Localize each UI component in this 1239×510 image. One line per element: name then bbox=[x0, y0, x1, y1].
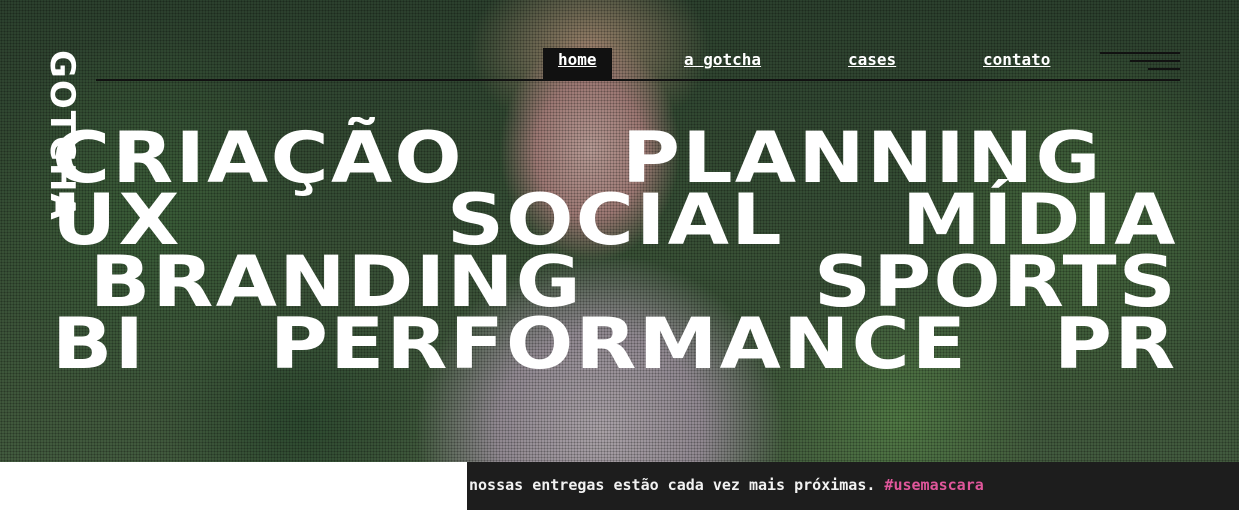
menu-line bbox=[1130, 60, 1180, 62]
nav-item-contato[interactable]: contato bbox=[983, 48, 1050, 80]
ticker-content: nossas entregas estão cada vez mais próx… bbox=[469, 476, 984, 494]
hero-section: GOTCHA home a gotcha cases contato CRIAÇ… bbox=[0, 0, 1239, 462]
service-word-bi: BI bbox=[52, 303, 147, 385]
service-word-performance: PERFORMANCE bbox=[270, 303, 969, 385]
hamburger-icon[interactable] bbox=[1100, 50, 1180, 70]
ticker-message: nossas entregas estão cada vez mais próx… bbox=[469, 476, 885, 494]
nav-item-cases[interactable]: cases bbox=[848, 48, 896, 80]
services-row: BI PERFORMANCE PR bbox=[52, 303, 1175, 385]
menu-line bbox=[1100, 52, 1180, 54]
ticker-hashtag[interactable]: #usemascara bbox=[884, 476, 983, 494]
menu-line bbox=[1148, 68, 1180, 70]
nav-item-home[interactable]: home bbox=[543, 48, 612, 80]
main-nav: home a gotcha cases contato bbox=[0, 48, 1239, 80]
news-ticker: nossas entregas estão cada vez mais próx… bbox=[467, 462, 1239, 510]
nav-item-a-gotcha[interactable]: a gotcha bbox=[684, 48, 761, 80]
service-word-pr: PR bbox=[1054, 303, 1178, 385]
